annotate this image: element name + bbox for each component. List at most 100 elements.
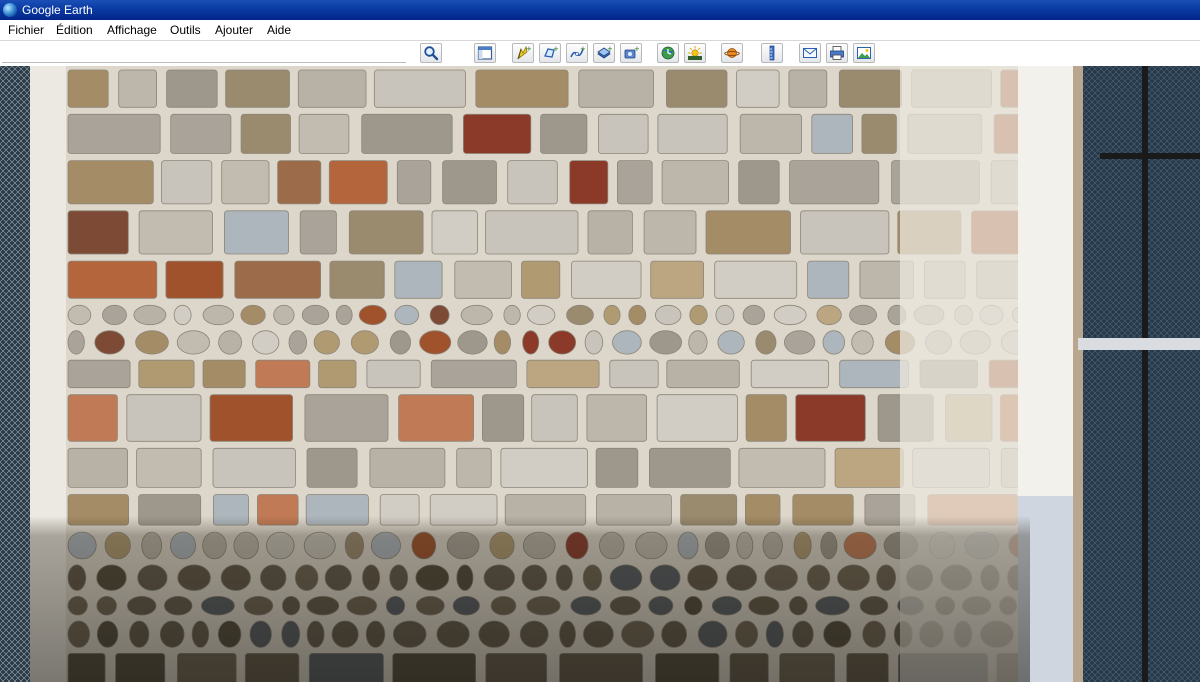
- wall-stone: [822, 330, 846, 355]
- historical-imagery-button[interactable]: [657, 43, 679, 63]
- add-image-overlay-button[interactable]: +: [593, 43, 615, 63]
- wall-stone: [666, 359, 740, 389]
- wall-stone: [736, 69, 780, 108]
- wall-stone: [795, 394, 866, 442]
- wall-stone: [587, 210, 633, 255]
- wall-stone: [202, 359, 246, 389]
- wall-stone: [301, 304, 330, 326]
- wall-stone: [212, 447, 296, 488]
- wall-stone: [304, 394, 389, 442]
- map-viewport[interactable]: [0, 66, 1200, 682]
- window-title: Google Earth: [22, 3, 93, 17]
- wall-stone: [118, 69, 157, 108]
- menu-aide[interactable]: Aide: [265, 20, 293, 40]
- svg-text:+: +: [526, 45, 531, 53]
- toolbar: + + + + +: [0, 41, 1200, 66]
- wall-stone: [839, 359, 909, 389]
- placemark-icon: +: [517, 45, 531, 60]
- wall-stone: [431, 210, 478, 255]
- wall-stone: [755, 330, 777, 355]
- save-image-button[interactable]: [853, 43, 875, 63]
- wall-stone: [571, 260, 642, 299]
- wall-stone: [223, 210, 289, 255]
- record-tour-icon: +: [624, 45, 639, 59]
- add-placemark-button[interactable]: +: [512, 43, 534, 63]
- wall-stone: [688, 330, 708, 355]
- wall-stone: [800, 210, 890, 255]
- wall-stone: [135, 330, 169, 355]
- menu-fichier[interactable]: Fichier: [6, 20, 46, 40]
- ruler-icon: [769, 45, 775, 61]
- add-polygon-button[interactable]: +: [539, 43, 561, 63]
- wall-stone: [521, 260, 561, 299]
- wall-stone: [218, 330, 243, 355]
- wall-stone: [773, 304, 807, 326]
- wall-stone: [569, 160, 609, 205]
- print-button[interactable]: [826, 43, 848, 63]
- wall-stone: [318, 359, 357, 389]
- wall-stone: [67, 160, 154, 205]
- wall-stone: [299, 210, 337, 255]
- search-icon: [424, 46, 439, 61]
- wall-stone: [493, 330, 511, 355]
- search-button[interactable]: [420, 43, 442, 63]
- wall-stone: [481, 394, 525, 442]
- wall-stone: [396, 160, 432, 205]
- path-icon: +: [570, 45, 585, 58]
- menu-affichage[interactable]: Affichage: [105, 20, 159, 40]
- wall-stone: [136, 447, 202, 488]
- wall-stone: [456, 447, 492, 488]
- wall-stone: [460, 304, 493, 326]
- menu-ajouter[interactable]: Ajouter: [213, 20, 255, 40]
- wall-stone: [133, 304, 167, 326]
- wall-stone: [102, 304, 127, 326]
- wall-stone: [419, 330, 452, 355]
- wall-stone: [67, 359, 131, 389]
- wall-stone: [526, 359, 600, 389]
- wall-stone: [849, 304, 877, 326]
- planets-icon: [724, 48, 740, 58]
- wall-stone: [649, 330, 682, 355]
- title-bar: Google Earth: [0, 0, 1200, 20]
- add-path-button[interactable]: +: [566, 43, 588, 63]
- wall-stone: [67, 330, 85, 355]
- wall-stone: [288, 330, 308, 355]
- wall-stone: [584, 330, 604, 355]
- record-tour-button[interactable]: +: [620, 43, 642, 63]
- wall-stone: [221, 160, 270, 205]
- wall-stone: [298, 113, 350, 154]
- wall-stone: [788, 69, 828, 108]
- wall-stone: [429, 304, 450, 326]
- search-input[interactable]: [2, 44, 406, 63]
- wall-stone: [209, 394, 293, 442]
- wall-stone: [807, 260, 850, 299]
- wall-stone: [522, 330, 540, 355]
- print-icon: [830, 46, 844, 60]
- wall-stone: [811, 113, 853, 154]
- wall-stone: [126, 394, 202, 442]
- wall-stone: [442, 160, 497, 205]
- wall-stone: [67, 113, 161, 154]
- wall-stone: [67, 260, 158, 299]
- wall-stone: [834, 447, 904, 488]
- wall-stone: [531, 394, 578, 442]
- wall-stone: [252, 330, 280, 355]
- sunlight-button[interactable]: [684, 43, 706, 63]
- menu-outils[interactable]: Outils: [168, 20, 203, 40]
- wall-stone: [297, 69, 367, 108]
- wall-stone: [656, 394, 738, 442]
- menu-edition[interactable]: Édition: [54, 20, 95, 40]
- ruler-button[interactable]: [761, 43, 783, 63]
- wall-stone: [714, 260, 798, 299]
- email-icon: [803, 48, 817, 58]
- wall-stone: [94, 330, 125, 355]
- wall-stone: [783, 330, 816, 355]
- sidebar-toggle-button[interactable]: [474, 43, 496, 63]
- wall-stone: [350, 330, 379, 355]
- planets-button[interactable]: [721, 43, 743, 63]
- wall-stone: [816, 304, 842, 326]
- wall-stone: [507, 160, 558, 205]
- email-button[interactable]: [799, 43, 821, 63]
- sidebar-toggle-icon: [477, 46, 493, 60]
- wall-stone: [457, 330, 488, 355]
